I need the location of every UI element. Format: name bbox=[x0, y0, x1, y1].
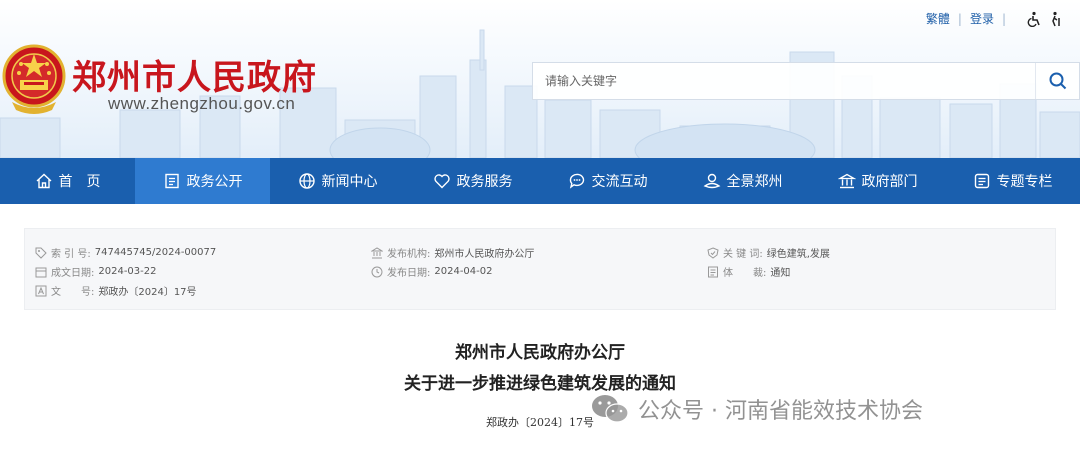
building-icon bbox=[371, 246, 383, 258]
metadata-label: 发布机构: bbox=[387, 249, 431, 260]
text-icon bbox=[35, 285, 47, 296]
tag-icon bbox=[35, 247, 47, 259]
metadata-label: 成文日期: bbox=[51, 268, 95, 279]
list-icon bbox=[974, 173, 989, 189]
chat-icon bbox=[569, 173, 584, 189]
metadata-value: 郑政办〔2024〕17号 bbox=[98, 287, 197, 298]
metadata-row-docno: 文 号: 郑政办〔2024〕17号 bbox=[35, 281, 216, 300]
metadata-value: 通知 bbox=[770, 268, 791, 279]
metadata-label: 体 裁: bbox=[723, 268, 767, 279]
globe-icon bbox=[298, 173, 315, 189]
panorama-icon bbox=[703, 173, 720, 189]
metadata-label: 索 引 号: bbox=[51, 249, 91, 260]
heart-icon bbox=[433, 174, 450, 189]
shield-check-icon bbox=[707, 246, 719, 259]
nav-item-news[interactable]: 新闻中心 bbox=[270, 158, 405, 204]
metadata-value: 2024-03-22 bbox=[98, 266, 157, 277]
metadata-row-keywords: 关 键 词: 绿色建筑,发展 bbox=[707, 243, 830, 262]
accessibility-icon[interactable] bbox=[1026, 11, 1042, 27]
nav-item-label: 首 页 bbox=[58, 174, 101, 190]
wechat-icon bbox=[592, 395, 629, 423]
metadata-column-3: 关 键 词: 绿色建筑,发展 体 裁: 通知 bbox=[707, 243, 830, 281]
metadata-row-index: 索 引 号: 747445745/2024-00077 bbox=[35, 243, 216, 262]
search-input[interactable] bbox=[533, 63, 1035, 99]
nav-item-label: 专题专栏 bbox=[996, 174, 1053, 190]
metadata-column-2: 发布机构: 郑州市人民政府办公厅 发布日期: 2024-04-02 bbox=[371, 243, 534, 281]
search-icon bbox=[1049, 72, 1066, 90]
nav-item-label: 政务公开 bbox=[186, 174, 243, 190]
metadata-label: 关 键 词: bbox=[723, 249, 763, 260]
nav-item-label: 全景郑州 bbox=[726, 174, 783, 190]
elderly-mode-icon[interactable] bbox=[1048, 11, 1064, 27]
document-title-line-2: 关于进一步推进绿色建筑发展的通知 bbox=[404, 374, 676, 394]
search-box bbox=[532, 62, 1080, 100]
calendar-icon bbox=[35, 267, 47, 277]
separator: | bbox=[1001, 11, 1006, 26]
main-navigation: 首 页 政务公开 新闻中心 政务服务 交流互动 全景郑州 政府部门 专题专栏 bbox=[0, 158, 1080, 204]
metadata-label: 文 号: bbox=[51, 287, 95, 298]
search-button[interactable] bbox=[1035, 63, 1079, 99]
metadata-row-created: 成文日期: 2024-03-22 bbox=[35, 262, 216, 281]
nav-item-special-topics[interactable]: 专题专栏 bbox=[945, 158, 1080, 204]
nav-item-label: 政务服务 bbox=[456, 174, 513, 190]
nav-item-home[interactable]: 首 页 bbox=[0, 158, 135, 204]
metadata-value: 绿色建筑,发展 bbox=[766, 249, 830, 260]
nav-item-panorama[interactable]: 全景郑州 bbox=[675, 158, 810, 204]
site-title[interactable]: 郑州市人民政府 bbox=[72, 50, 317, 99]
document-metadata-panel: 索 引 号: 747445745/2024-00077 成文日期: 2024-0… bbox=[24, 228, 1056, 310]
metadata-column-1: 索 引 号: 747445745/2024-00077 成文日期: 2024-0… bbox=[35, 243, 216, 300]
nav-item-label: 新闻中心 bbox=[321, 174, 378, 190]
nav-item-government-affairs[interactable]: 政务公开 bbox=[135, 158, 270, 204]
site-header: 繁體 | 登录 | 郑州市人民政府 www.zhengzhou.gov.cn bbox=[0, 0, 1080, 158]
metadata-row-published: 发布日期: 2024-04-02 bbox=[371, 262, 534, 281]
metadata-value: 747445745/2024-00077 bbox=[94, 247, 217, 258]
nav-item-departments[interactable]: 政府部门 bbox=[810, 158, 945, 204]
document-title-line-1: 郑州市人民政府办公厅 bbox=[455, 343, 625, 363]
metadata-value: 2024-04-02 bbox=[434, 266, 493, 277]
nav-item-services[interactable]: 政务服务 bbox=[405, 158, 540, 204]
document-icon bbox=[164, 173, 179, 189]
building-icon bbox=[837, 173, 856, 189]
watermark-text: 公众号 · 河南省能效技术协会 bbox=[638, 399, 923, 424]
metadata-value: 郑州市人民政府办公厅 bbox=[434, 249, 535, 260]
home-icon bbox=[36, 173, 51, 189]
clock-icon bbox=[371, 266, 383, 277]
metadata-label: 发布日期: bbox=[387, 268, 431, 279]
top-links: 繁體 | 登录 | bbox=[926, 10, 1064, 27]
nav-item-label: 政府部门 bbox=[861, 174, 918, 190]
metadata-row-genre: 体 裁: 通知 bbox=[707, 262, 830, 281]
nav-item-interaction[interactable]: 交流互动 bbox=[540, 158, 675, 204]
watermark: 公众号 · 河南省能效技术协会 bbox=[590, 392, 923, 426]
login-link[interactable]: 登录 bbox=[970, 10, 994, 27]
metadata-row-issuer: 发布机构: 郑州市人民政府办公厅 bbox=[371, 243, 534, 262]
nav-item-label: 交流互动 bbox=[591, 174, 648, 190]
document-icon bbox=[708, 266, 718, 277]
traditional-chinese-link[interactable]: 繁體 bbox=[926, 10, 950, 27]
site-url: www.zhengzhou.gov.cn bbox=[108, 94, 296, 113]
separator: | bbox=[957, 11, 962, 26]
national-emblem-logo bbox=[2, 44, 66, 114]
